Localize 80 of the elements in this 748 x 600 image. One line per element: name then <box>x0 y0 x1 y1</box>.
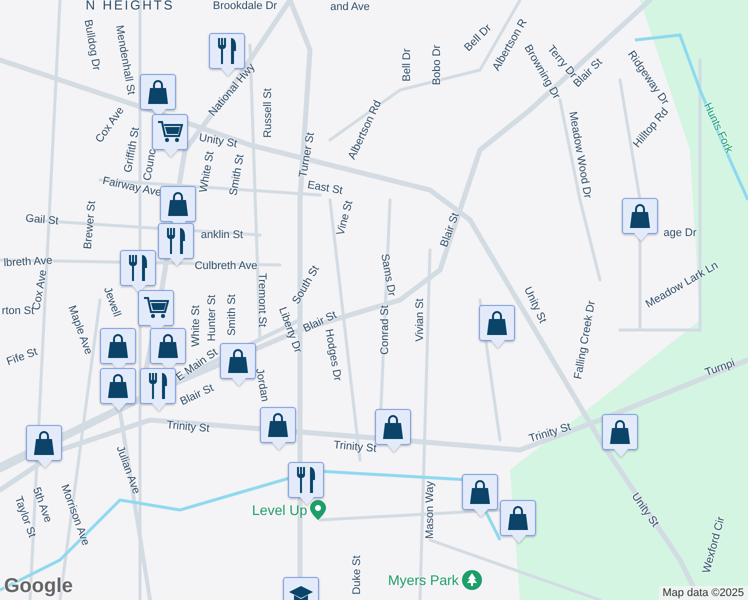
fork-knife-icon <box>127 255 149 281</box>
street-label: Bell Dr <box>401 48 413 82</box>
fork-knife-icon <box>295 467 317 493</box>
street-label: Duke St <box>351 555 363 595</box>
street-label: Brewer St <box>82 200 98 250</box>
street-label: Smith St <box>226 294 238 336</box>
shopping-bag-icon <box>609 420 631 444</box>
shopping-bag-icon <box>629 204 651 228</box>
street-label: Bulldog Dr <box>82 18 102 72</box>
street-label: Turner St <box>297 132 317 178</box>
street-label: Hodges Dr <box>322 328 344 382</box>
google-logo: Google <box>4 575 73 598</box>
street-label: Bell Dr <box>462 22 494 54</box>
street-label: Unity St <box>521 285 549 325</box>
shopping-bag-icon <box>147 80 169 104</box>
street-label: Hunter St <box>206 294 218 342</box>
shopping-bag-icon <box>107 374 129 398</box>
shopping-bag-icon <box>157 334 179 358</box>
fork-knife-icon <box>165 228 187 254</box>
street-label: E Main St <box>174 346 220 384</box>
street-label: Meadow Wood Dr <box>566 110 594 200</box>
street-label: Sams Dr <box>378 252 398 298</box>
street-label: Smith St <box>227 153 247 197</box>
shopping-bag-icon <box>469 480 491 504</box>
shopping-bag-icon <box>227 349 249 373</box>
street-label: Russell St <box>262 88 274 138</box>
shopping-cart-icon <box>157 120 183 144</box>
shopping-cart-icon <box>143 296 169 320</box>
street-label: Counc <box>141 148 159 182</box>
street-label: Turnpi <box>703 357 737 379</box>
street-label: White St <box>190 305 202 347</box>
street-label: Wexford Cir <box>700 516 728 574</box>
street-label: Maple Ave <box>66 304 94 356</box>
street-label: age Dr <box>663 227 697 239</box>
street-label: Mason Way <box>424 481 436 539</box>
street-label: Culbreth Ave <box>194 260 258 272</box>
place-label[interactable]: Level Up <box>252 502 308 518</box>
street-label: Mendenhall St <box>112 24 138 96</box>
stream-label: Hunts Fork <box>701 101 735 155</box>
street-label: anklin St <box>200 229 244 241</box>
street-label: Gail St <box>25 212 59 228</box>
shopping-bag-icon <box>107 334 129 358</box>
street-label: Jewell <box>101 286 123 318</box>
shopping-bag-icon <box>167 192 189 216</box>
street-label: Julian Ave <box>114 444 142 496</box>
location-pin-icon <box>310 500 326 520</box>
shopping-bag-icon <box>382 415 404 439</box>
street-label: Conrad St <box>379 305 391 355</box>
street-label: Vivian St <box>414 298 426 342</box>
street-label: Falling Creek Dr <box>572 300 598 380</box>
street-label: Tremont St <box>256 273 268 327</box>
shopping-bag-icon <box>33 431 55 455</box>
street-label: lbreth Ave <box>3 254 53 270</box>
area-label: N HEIGHTS <box>86 0 174 12</box>
street-label: Vine St <box>334 199 356 237</box>
shopping-bag-icon <box>486 311 508 335</box>
street-label: East St <box>306 179 344 197</box>
street-label: Blair St <box>438 211 462 249</box>
street-label: White St <box>197 150 217 194</box>
map-attribution: Map data ©2025 <box>658 586 748 600</box>
shopping-bag-icon <box>267 413 289 437</box>
street-label: Jordan <box>253 367 271 403</box>
street-label: Blair St <box>178 382 216 408</box>
street-label: Trinity St <box>333 439 377 455</box>
street-label: Bobo Dr <box>431 44 443 86</box>
street-label: 5th Ave <box>30 486 54 524</box>
fork-knife-icon <box>216 38 238 64</box>
street-label: Trinity St <box>166 419 210 435</box>
graduation-cap-icon <box>288 585 314 600</box>
fork-knife-icon <box>147 373 169 399</box>
street-label: Trinity St <box>528 420 572 446</box>
street-label: rton St <box>2 305 34 317</box>
street-label: Unity St <box>198 132 238 150</box>
street-label: and Ave <box>330 1 370 13</box>
place-label[interactable]: Myers Park <box>388 572 459 588</box>
street-label: Fife St <box>5 346 39 368</box>
street-label: Brookdale Dr <box>212 0 278 12</box>
shopping-bag-icon <box>507 506 529 530</box>
tree-icon <box>462 570 482 590</box>
street-label: Liberty Dr <box>276 306 304 354</box>
